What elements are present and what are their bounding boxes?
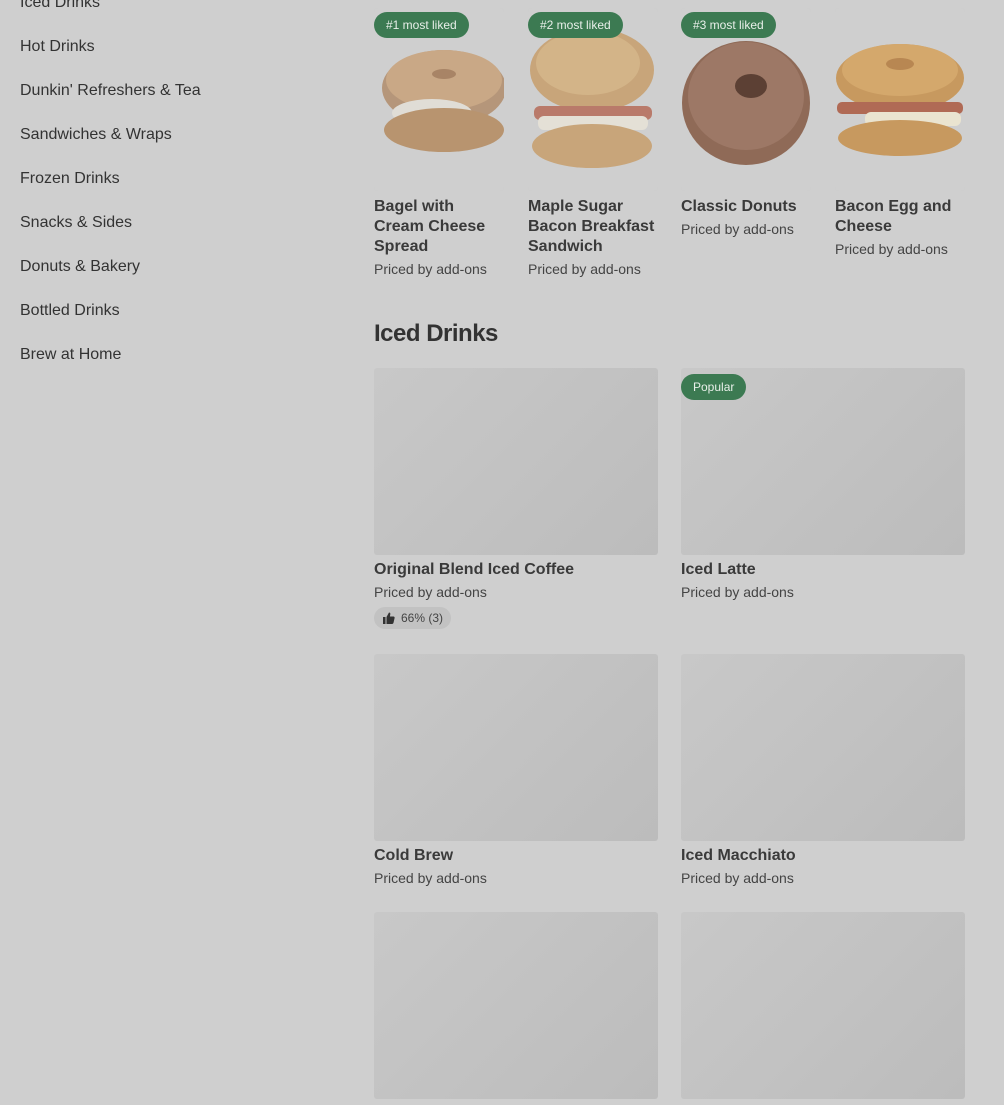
sidebar-item-sandwiches-wraps[interactable]: Sandwiches & Wraps (20, 124, 320, 168)
item-title: Bagel with Cream Cheese Spread (374, 198, 486, 255)
sidebar-item-brew-at-home[interactable]: Brew at Home (20, 344, 320, 388)
product-image-placeholder (374, 912, 658, 1099)
most-liked-card[interactable]: Bacon Egg and Cheese Priced by add-ons (835, 8, 965, 258)
category-sidebar: Iced Drinks Hot Drinks Dunkin' Refresher… (20, 0, 320, 388)
section-title: Iced Drinks (374, 320, 498, 347)
product-title: Iced Latte (681, 561, 756, 578)
sidebar-item-frozen-drinks[interactable]: Frozen Drinks (20, 168, 320, 212)
product-image-placeholder: Popular (681, 368, 965, 555)
sidebar-item-label: Dunkin' Refreshers & Tea (20, 82, 201, 99)
product-card[interactable]: Popular Iced Latte Priced by add-ons (681, 368, 965, 601)
product-image-placeholder (374, 654, 658, 841)
sidebar-item-donuts-bakery[interactable]: Donuts & Bakery (20, 256, 320, 300)
product-image-placeholder (681, 912, 965, 1099)
most-liked-badge: #1 most liked (374, 12, 469, 38)
item-price: Priced by add-ons (835, 241, 948, 257)
product-image-placeholder (374, 368, 658, 555)
sidebar-item-label: Hot Drinks (20, 38, 95, 55)
sidebar-item-bottled-drinks[interactable]: Bottled Drinks (20, 300, 320, 344)
sidebar-item-label: Brew at Home (20, 346, 122, 363)
item-price: Priced by add-ons (528, 261, 641, 277)
item-image: #3 most liked (681, 8, 811, 191)
product-card[interactable] (681, 912, 965, 1104)
sidebar-item-label: Frozen Drinks (20, 170, 120, 187)
product-price: Priced by add-ons (374, 584, 487, 600)
most-liked-card[interactable]: #3 most liked Classic Donuts Priced by a… (681, 8, 811, 238)
sidebar-item-label: Sandwiches & Wraps (20, 126, 172, 143)
most-liked-card[interactable]: #2 most liked Maple Sugar Bacon Breakfas… (528, 8, 658, 278)
rating-pill: 66% (3) (374, 607, 452, 629)
product-card[interactable] (374, 912, 658, 1104)
product-card[interactable]: Original Blend Iced Coffee Priced by add… (374, 368, 658, 629)
item-price: Priced by add-ons (681, 221, 794, 237)
product-title: Cold Brew (374, 847, 454, 864)
item-title: Maple Sugar Bacon Breakfast Sandwich (528, 198, 655, 255)
item-title: Classic Donuts (681, 198, 797, 215)
item-image: #2 most liked (528, 8, 658, 191)
item-title: Bacon Egg and Cheese (835, 198, 952, 235)
product-card[interactable]: Cold Brew Priced by add-ons (374, 654, 658, 887)
sidebar-item-label: Bottled Drinks (20, 302, 120, 319)
sidebar-item-refreshers-tea[interactable]: Dunkin' Refreshers & Tea (20, 80, 320, 124)
product-card[interactable]: Iced Macchiato Priced by add-ons (681, 654, 965, 887)
product-title: Iced Macchiato (681, 847, 796, 864)
most-liked-card[interactable]: #1 most liked Bagel with Cream Cheese Sp… (374, 8, 504, 278)
item-image (835, 8, 965, 191)
thumbs-up-icon (383, 612, 395, 624)
item-image: #1 most liked (374, 8, 504, 191)
page: Iced Drinks Hot Drinks Dunkin' Refresher… (0, 0, 1004, 1105)
bacon-egg-cheese-image (835, 8, 965, 191)
rating-text: 66% (3) (401, 611, 444, 625)
popular-badge: Popular (681, 374, 747, 400)
product-price: Priced by add-ons (681, 584, 794, 600)
product-price: Priced by add-ons (681, 870, 794, 886)
sidebar-item-hot-drinks[interactable]: Hot Drinks (20, 36, 320, 80)
product-price: Priced by add-ons (374, 870, 487, 886)
most-liked-badge: #2 most liked (528, 12, 623, 38)
sidebar-item-label: Snacks & Sides (20, 214, 133, 231)
sidebar-item-snacks-sides[interactable]: Snacks & Sides (20, 212, 320, 256)
product-title: Original Blend Iced Coffee (374, 561, 575, 578)
sidebar-item-label: Iced Drinks (20, 0, 101, 11)
product-image-placeholder (681, 654, 965, 841)
sidebar-item-iced-drinks[interactable]: Iced Drinks (20, 0, 320, 36)
item-price: Priced by add-ons (374, 261, 487, 277)
most-liked-badge: #3 most liked (681, 12, 776, 38)
sidebar-item-label: Donuts & Bakery (20, 258, 141, 275)
